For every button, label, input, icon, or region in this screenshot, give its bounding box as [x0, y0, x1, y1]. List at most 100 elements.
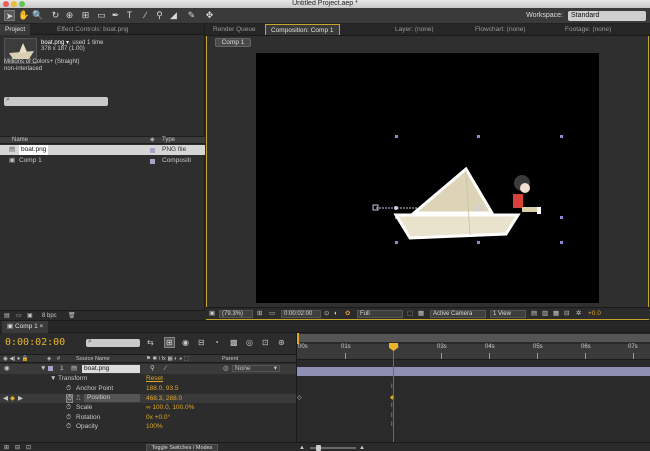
in-out-pane-icon[interactable]: ⊡: [26, 443, 31, 451]
keyframe-icon[interactable]: ◇: [297, 394, 302, 401]
property-row-rotation[interactable]: ⏱ Rotation 0x +0.0°: [0, 413, 296, 423]
tab-effect-controls[interactable]: Effect Controls: boat.png: [52, 24, 133, 35]
brainstorm-icon[interactable]: ▩: [230, 338, 238, 347]
comp-mini-flowchart-icon[interactable]: ⇆: [147, 338, 154, 347]
region-of-interest-icon[interactable]: ⬚: [407, 308, 413, 319]
name-column-header[interactable]: Name: [12, 137, 28, 144]
transform-group-row[interactable]: ▼ Transform Reset: [0, 374, 296, 384]
render-icon[interactable]: ⊛: [278, 338, 285, 347]
snapshot-icon[interactable]: ⊙: [324, 308, 329, 319]
stopwatch-icon[interactable]: ⏱: [66, 403, 71, 412]
visibility-eye-icon[interactable]: ◉: [4, 364, 10, 373]
work-area-start-handle[interactable]: [297, 333, 299, 344]
zoom-out-icon[interactable]: ▲: [299, 443, 305, 451]
close-tab-icon[interactable]: ×: [38, 323, 44, 330]
tab-composition[interactable]: Composition: Comp 1: [265, 24, 340, 35]
toggle-switches-modes-button[interactable]: Toggle Switches / Modes: [146, 444, 218, 451]
bbox-handle[interactable]: [560, 135, 563, 138]
timeline-zoom-slider-thumb[interactable]: [316, 445, 321, 451]
bbox-handle[interactable]: [395, 241, 398, 244]
camera-select[interactable]: Active Camera: [430, 310, 486, 318]
bbox-handle[interactable]: [477, 135, 480, 138]
minimize-window-button[interactable]: [11, 1, 17, 7]
rotation-tool-icon[interactable]: ↻: [50, 10, 61, 21]
bbox-handle[interactable]: [560, 241, 563, 244]
type-column-header[interactable]: Type: [162, 137, 175, 144]
shy-layers-icon[interactable]: ◉: [182, 338, 189, 347]
mask-visibility-icon[interactable]: ▭: [269, 308, 275, 319]
project-item-comp[interactable]: ▣ Comp 1 Compositi: [0, 156, 205, 166]
zoom-window-button[interactable]: [19, 1, 25, 7]
close-window-button[interactable]: [3, 1, 9, 7]
layer-name[interactable]: boat.png: [82, 364, 140, 373]
selection-tool-icon[interactable]: ➤: [4, 10, 15, 21]
rectangle-tool-icon[interactable]: ▭: [96, 10, 107, 21]
resolution-select[interactable]: Full: [357, 310, 403, 318]
workspace-select[interactable]: Standard: [568, 11, 646, 21]
fast-previews-icon[interactable]: ▥: [542, 308, 548, 319]
property-value[interactable]: 100%: [146, 422, 163, 431]
eraser-tool-icon[interactable]: ◢: [168, 10, 179, 21]
flowchart-icon[interactable]: ⊟: [564, 308, 569, 319]
quality-switch-icon[interactable]: ⚲: [150, 364, 155, 373]
comp-navigator-tab[interactable]: Comp 1: [215, 38, 251, 47]
parent-pickwhip-icon[interactable]: ◎: [223, 364, 229, 373]
layer-duration-bar[interactable]: [297, 367, 650, 376]
zoom-in-icon[interactable]: ▲: [359, 443, 365, 451]
property-value[interactable]: ∞ 100.0, 100.0%: [146, 403, 194, 412]
timeline-graph-area[interactable]: 00s 01s 02s 03s 04s 05s 06s 07s ◇ ◆ I I …: [296, 333, 650, 451]
property-row-anchor-point[interactable]: ⏱ Anchor Point 188.0, 93.5: [0, 384, 296, 394]
project-item-boat[interactable]: ▤ boat.png PNG file: [0, 145, 205, 155]
bbox-handle[interactable]: [395, 135, 398, 138]
boat-layer-graphic[interactable]: [256, 53, 599, 303]
previous-keyframe-icon[interactable]: ◀: [3, 394, 8, 403]
add-keyframe-icon[interactable]: ◆: [10, 394, 15, 403]
clone-stamp-tool-icon[interactable]: ⚲: [154, 10, 165, 21]
parent-select[interactable]: None ▾: [232, 365, 280, 372]
stopwatch-icon[interactable]: ⏱: [66, 422, 71, 431]
timeline-icon[interactable]: ▦: [553, 308, 559, 319]
stopwatch-icon[interactable]: ⏱: [66, 384, 71, 393]
current-time-indicator-line[interactable]: [393, 350, 394, 451]
viewer-timecode[interactable]: 0:00:02:00: [281, 310, 321, 318]
puppet-tool-icon[interactable]: ✥: [204, 10, 215, 21]
tab-project[interactable]: Project: [0, 24, 31, 35]
property-row-scale[interactable]: ⏱ Scale ∞ 100.0, 100.0%: [0, 403, 296, 413]
channel-icon[interactable]: ✿: [345, 308, 350, 319]
composition-canvas[interactable]: [256, 53, 599, 303]
motion-blur-icon[interactable]: ◔: [214, 338, 219, 347]
tab-render-queue[interactable]: Render Queue: [208, 24, 261, 35]
draft-3d-icon[interactable]: ⊞: [164, 337, 175, 348]
view-layout-select[interactable]: 1 View: [490, 310, 526, 318]
label-column-icon[interactable]: ◈: [150, 137, 155, 144]
layer-switches-pane-icon[interactable]: ⊞: [4, 443, 9, 451]
tab-layer[interactable]: Layer: (none): [390, 24, 439, 35]
property-value[interactable]: 0x +0.0°: [146, 413, 170, 422]
stopwatch-icon[interactable]: ⏱: [66, 393, 74, 403]
collapse-triangle-icon[interactable]: ▼: [40, 364, 46, 373]
roto-brush-tool-icon[interactable]: ✎: [186, 10, 197, 21]
next-keyframe-icon[interactable]: ▶: [18, 394, 23, 403]
bbox-handle[interactable]: [477, 241, 480, 244]
graph-icon[interactable]: ⎍: [76, 394, 81, 403]
label-color-swatch[interactable]: [48, 366, 53, 371]
property-value[interactable]: 188.0, 93.5: [146, 384, 179, 393]
project-search-input[interactable]: ⌕: [4, 96, 108, 106]
frame-blending-icon[interactable]: ⊟: [198, 338, 205, 347]
toggle-pixel-aspect-icon[interactable]: ▤: [531, 308, 537, 319]
stopwatch-icon[interactable]: ⏱: [66, 413, 71, 422]
safe-zones-icon[interactable]: ⊞: [257, 308, 262, 319]
tab-comp-timeline[interactable]: ▣ Comp 1 ×: [2, 321, 49, 333]
tab-footage[interactable]: Footage: (none): [560, 24, 616, 35]
exposure-value[interactable]: +0.0: [588, 308, 601, 319]
auto-keyframe-icon[interactable]: ◎: [246, 338, 253, 347]
pen-tool-icon[interactable]: ✒: [110, 10, 121, 21]
tab-flowchart[interactable]: Flowchart: (none): [470, 24, 531, 35]
property-row-position[interactable]: ◀ ◆ ▶ ⏱ ⎍ Position 468.3, 288.0: [0, 393, 296, 403]
layer-row[interactable]: ◉ ▼ 1 ▤ boat.png ⚲ ∕ ◎ None ▾: [0, 364, 296, 374]
always-preview-icon[interactable]: ▣: [209, 308, 215, 319]
property-row-opacity[interactable]: ⏱ Opacity 100%: [0, 422, 296, 432]
pan-behind-tool-icon[interactable]: ⊞: [80, 10, 91, 21]
transparency-grid-icon[interactable]: ▦: [418, 308, 424, 319]
brush-tool-icon[interactable]: ∕: [140, 10, 151, 21]
